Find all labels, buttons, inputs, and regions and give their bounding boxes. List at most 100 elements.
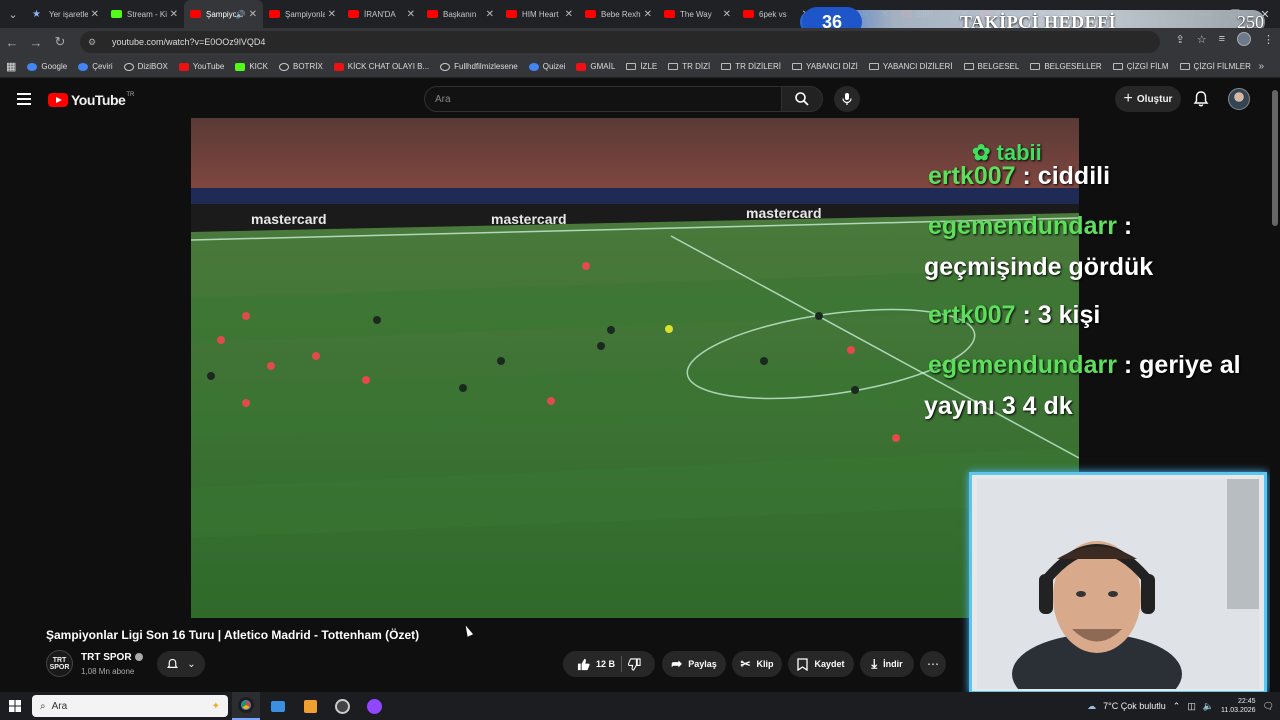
- volume-icon[interactable]: 🔈: [1203, 701, 1214, 712]
- weather-icon[interactable]: ☁: [1087, 701, 1096, 712]
- youtube-profile-avatar[interactable]: [1228, 88, 1250, 110]
- browser-tab[interactable]: Şampiyonlar🔊✕: [184, 0, 263, 28]
- bookmark-item[interactable]: YABANCI DİZİLERİ: [868, 62, 953, 71]
- browser-tab[interactable]: Bebe Rexha✕: [579, 0, 658, 28]
- bookmark-item[interactable]: YouTube: [178, 62, 224, 71]
- bookmark-item[interactable]: YABANCI DİZİ: [792, 62, 858, 71]
- download-button[interactable]: ⤓ İndir: [860, 651, 914, 677]
- bookmark-item[interactable]: BELGESEL: [963, 62, 1019, 71]
- audio-playing-icon[interactable]: 🔊: [236, 10, 246, 19]
- like-button[interactable]: 12 B: [577, 658, 615, 671]
- site-info-icon[interactable]: ⚙: [88, 37, 102, 48]
- reload-icon[interactable]: ↻: [48, 34, 72, 50]
- youtube-icon: [743, 10, 754, 18]
- scissors-icon: ✂: [740, 657, 751, 671]
- chat-user: egemendundarr: [928, 351, 1117, 379]
- clip-button[interactable]: ✂ Klip: [732, 651, 782, 677]
- notifications-icon[interactable]: 🗨: [1263, 701, 1274, 712]
- bookmark-star-icon[interactable]: ☆: [1197, 33, 1207, 46]
- create-label: Oluştur: [1136, 93, 1173, 105]
- bookmark-favicon-icon: [279, 62, 289, 71]
- bookmark-item[interactable]: Fullhdfilmizlesene: [440, 62, 518, 71]
- close-tab-icon[interactable]: ✕: [91, 9, 99, 20]
- close-tab-icon[interactable]: ✕: [170, 9, 178, 20]
- browser-tab[interactable]: ★ Yer işaretleri✕: [26, 0, 105, 28]
- bookmark-item[interactable]: DiziBOX: [123, 62, 168, 71]
- bookmark-item[interactable]: ÇİZGİ FİLM: [1112, 62, 1169, 71]
- more-bookmarks-icon[interactable]: »: [1258, 61, 1264, 72]
- close-tab-icon[interactable]: ✕: [486, 9, 494, 20]
- channel-avatar[interactable]: TRT SPOR: [46, 650, 73, 677]
- forward-icon[interactable]: →: [24, 35, 48, 50]
- taskbar-search[interactable]: ⌕ Ara ✦: [32, 695, 228, 717]
- clock-time: 22:45: [1238, 698, 1256, 705]
- more-actions-button[interactable]: ⋯: [920, 651, 946, 677]
- bookmark-item[interactable]: TR DİZİ: [668, 62, 710, 71]
- start-button[interactable]: [0, 692, 30, 720]
- youtube-logo[interactable]: YouTube TR: [48, 92, 134, 108]
- tray-chevron-icon[interactable]: ⌃: [1173, 701, 1181, 712]
- search-button[interactable]: [781, 86, 823, 112]
- browser-profile-avatar[interactable]: [1237, 32, 1251, 46]
- bookmark-item[interactable]: Çeviri: [78, 62, 113, 71]
- create-button[interactable]: + Oluştur: [1115, 86, 1181, 112]
- bookmark-label: KICK: [249, 62, 268, 71]
- install-app-icon[interactable]: ⇪: [1175, 33, 1184, 46]
- weather-text[interactable]: 7°C Çok bulutlu: [1103, 701, 1166, 711]
- search-input[interactable]: [435, 93, 765, 105]
- back-icon[interactable]: ←: [0, 35, 24, 50]
- browser-tab[interactable]: Şampiyonlar✕: [263, 0, 342, 28]
- browser-tab[interactable]: Başkanın ✕: [421, 0, 500, 28]
- close-tab-icon[interactable]: ✕: [328, 9, 336, 20]
- browser-menu-icon[interactable]: ⋮: [1263, 33, 1274, 46]
- bookmark-item[interactable]: KICK: [235, 62, 268, 71]
- close-tab-icon[interactable]: ✕: [723, 9, 731, 20]
- bookmark-item[interactable]: BELGESELLER: [1030, 62, 1102, 71]
- close-tab-icon[interactable]: ✕: [565, 9, 573, 20]
- bookmark-item[interactable]: BOTRİX: [279, 62, 323, 71]
- video-title: Şampiyonlar Ligi Son 16 Turu | Atletico …: [46, 628, 420, 642]
- share-button[interactable]: ➦ Paylaş: [662, 651, 726, 677]
- apps-grid-icon[interactable]: ▦: [6, 60, 16, 73]
- close-tab-icon[interactable]: ✕: [644, 9, 652, 20]
- bookmark-label: Google: [41, 62, 68, 71]
- browser-tab[interactable]: İRAN'DA ✕: [342, 0, 421, 28]
- voice-search-button[interactable]: [834, 86, 860, 112]
- bookmark-item[interactable]: Quizei: [528, 62, 565, 71]
- bookmark-item[interactable]: İZLE: [626, 62, 657, 71]
- bookmark-item[interactable]: ÇİZGİ FİLMLER: [1179, 62, 1251, 71]
- file-explorer-icon[interactable]: [264, 692, 292, 720]
- bookmark-item[interactable]: GMAİL: [576, 62, 615, 71]
- tab-search-chevron-icon[interactable]: ⌄: [0, 0, 26, 28]
- save-button[interactable]: Kaydet: [788, 651, 854, 677]
- like-count: 12 B: [595, 659, 615, 669]
- channel-name[interactable]: TRT SPOR: [81, 652, 143, 663]
- menu-icon[interactable]: [17, 93, 31, 108]
- close-tab-icon[interactable]: ✕: [249, 9, 257, 20]
- browser-tab[interactable]: The Way ✕: [658, 0, 737, 28]
- scrollbar-thumb[interactable]: [1272, 90, 1278, 226]
- clock[interactable]: 22:45 11.03.2026: [1221, 697, 1256, 715]
- bookmark-item[interactable]: TR DİZİLERİ: [721, 62, 781, 71]
- browser-tab[interactable]: HIM Heart ✕: [500, 0, 579, 28]
- search-box[interactable]: [424, 86, 782, 112]
- subscription-bell-button[interactable]: ⌄: [157, 651, 205, 677]
- bookmark-item[interactable]: Google: [27, 62, 67, 71]
- address-actions: ⇪ ☆ ≡ ⋮: [1175, 32, 1274, 46]
- url-field[interactable]: ⚙ youtube.com/watch?v=E0OOz9lVQD4: [80, 31, 1160, 53]
- bookmark-item[interactable]: KİCK CHAT OLAYI B...: [333, 62, 429, 71]
- close-tab-icon[interactable]: ✕: [407, 9, 415, 20]
- reading-list-icon[interactable]: ≡: [1219, 33, 1225, 45]
- network-icon[interactable]: ◫: [1187, 701, 1196, 712]
- bookmark-label: YABANCI DİZİ: [806, 62, 858, 71]
- media-app-icon[interactable]: [296, 692, 324, 720]
- chrome-taskbar-icon[interactable]: [232, 692, 260, 720]
- browser-tab[interactable]: Stream - Kick✕: [105, 0, 184, 28]
- divider: [621, 656, 622, 672]
- bell-icon: [167, 658, 179, 668]
- notifications-bell-icon[interactable]: [1192, 90, 1210, 108]
- obs-icon[interactable]: [328, 692, 356, 720]
- page-scrollbar[interactable]: [1270, 78, 1280, 692]
- twitch-app-icon[interactable]: [360, 692, 388, 720]
- thumbs-down-icon[interactable]: [628, 657, 641, 671]
